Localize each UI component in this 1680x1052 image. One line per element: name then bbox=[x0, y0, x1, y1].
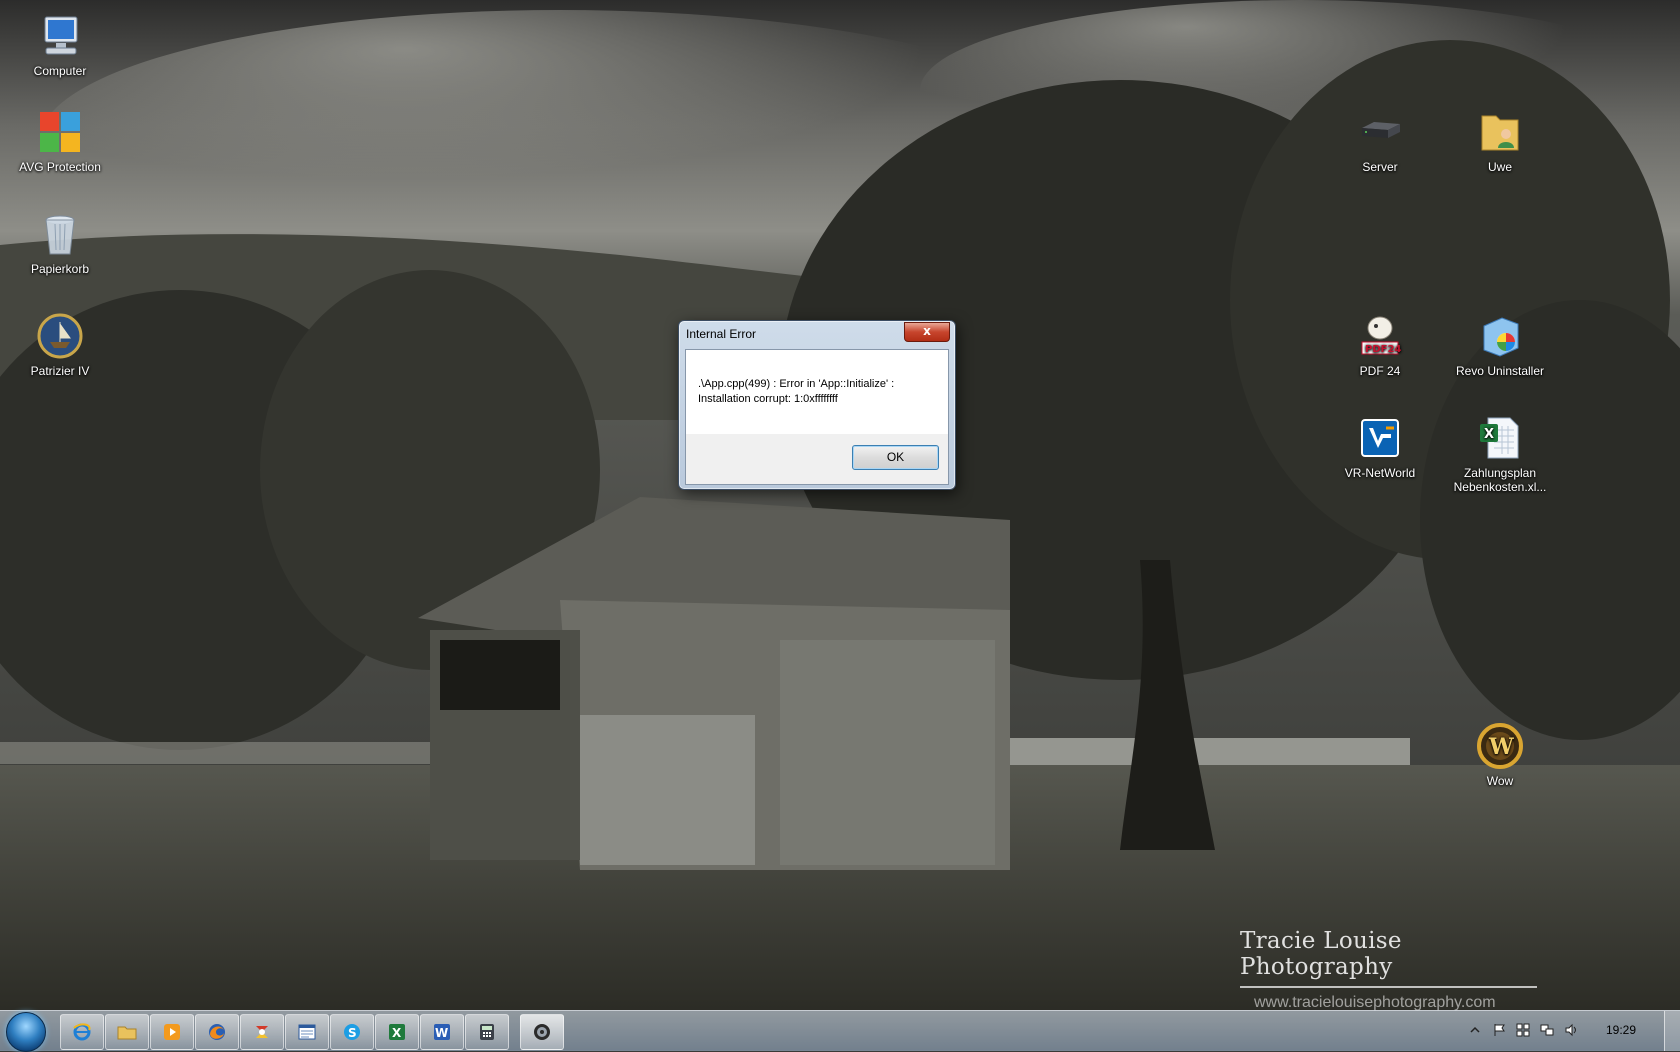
skype-icon: S bbox=[344, 1024, 360, 1040]
user-folder-icon bbox=[1481, 115, 1519, 151]
desktop-icon-label: Wow bbox=[1486, 774, 1514, 788]
taskbar-media-player[interactable] bbox=[150, 1014, 194, 1050]
taskbar-firefox[interactable] bbox=[195, 1014, 239, 1050]
window-icon bbox=[298, 1024, 316, 1040]
media-player-icon bbox=[164, 1024, 180, 1040]
desktop-icon-label: Uwe bbox=[1487, 160, 1512, 174]
desktop-icon-server[interactable]: Server bbox=[1328, 108, 1432, 174]
desktop-icon-pdf24[interactable]: PDF24 PDF 24 bbox=[1328, 312, 1432, 378]
patrizier-icon bbox=[37, 313, 83, 359]
show-hidden-icons-icon[interactable] bbox=[1468, 1023, 1482, 1037]
volume-icon[interactable] bbox=[1564, 1023, 1578, 1037]
error-message: .\App.cpp(499) : Error in 'App::Initiali… bbox=[698, 377, 943, 407]
desktop-icon-recycle-bin[interactable]: Papierkorb bbox=[8, 210, 112, 276]
taskbar-window[interactable] bbox=[285, 1014, 329, 1050]
desktop-icon-label: AVG Protection bbox=[19, 160, 101, 174]
desktop-icon-label: Papierkorb bbox=[30, 262, 90, 276]
action-center-flag-icon[interactable] bbox=[1492, 1023, 1506, 1037]
show-desktop-button[interactable] bbox=[1664, 1011, 1680, 1051]
svg-text:S: S bbox=[348, 1026, 357, 1040]
excel-icon: X bbox=[389, 1024, 405, 1040]
explorer-icon bbox=[117, 1026, 137, 1040]
dialog-client-area: .\App.cpp(499) : Error in 'App::Initiali… bbox=[685, 349, 949, 485]
taskbar-game[interactable] bbox=[520, 1014, 564, 1050]
pdf24-icon: PDF24 bbox=[1361, 316, 1401, 355]
svg-text:W: W bbox=[1488, 734, 1514, 760]
watermark-divider bbox=[1240, 986, 1537, 988]
app-icon bbox=[256, 1026, 268, 1038]
svg-text:W: W bbox=[435, 1026, 448, 1040]
taskbar-explorer[interactable] bbox=[105, 1014, 149, 1050]
recycle-bin-icon bbox=[45, 215, 75, 255]
desktop-icon-uwe[interactable]: Uwe bbox=[1448, 108, 1552, 174]
desktop-icon-label: Computer bbox=[33, 64, 87, 78]
desktop-icon-label: Zahlungsplan Nebenkosten.xl... bbox=[1453, 466, 1547, 494]
desktop-icon-label: Patrizier IV bbox=[30, 364, 90, 378]
desktop-icon-avg[interactable]: AVG Protection bbox=[8, 108, 112, 174]
internet-explorer-icon bbox=[73, 1023, 91, 1041]
desktop-icon-computer[interactable]: Computer bbox=[8, 12, 112, 78]
vr-networld-icon bbox=[1361, 419, 1399, 457]
calculator-icon bbox=[480, 1024, 494, 1040]
desktop-icon-vr-networld[interactable]: VR-NetWorld bbox=[1328, 414, 1432, 480]
desktop-icon-patrizier[interactable]: Patrizier IV bbox=[8, 312, 112, 378]
network-icon[interactable] bbox=[1540, 1023, 1554, 1037]
svg-text:X: X bbox=[392, 1026, 402, 1040]
desktop-icon-label: Server bbox=[1362, 160, 1398, 174]
desktop-icon-revo[interactable]: Revo Uninstaller bbox=[1448, 312, 1552, 378]
svg-text:PDF24: PDF24 bbox=[1365, 344, 1401, 355]
revo-icon bbox=[1483, 317, 1519, 357]
windows-logo-icon[interactable] bbox=[1516, 1023, 1530, 1037]
taskbar-skype[interactable]: S bbox=[330, 1014, 374, 1050]
taskbar-clock[interactable]: 19:29 bbox=[1606, 1023, 1636, 1037]
taskbar-app[interactable] bbox=[240, 1014, 284, 1050]
desktop-icon-label: Revo Uninstaller bbox=[1455, 364, 1545, 378]
game-icon bbox=[534, 1024, 550, 1040]
ok-button[interactable]: OK bbox=[852, 445, 939, 470]
excel-file-icon: X bbox=[1480, 417, 1519, 459]
taskbar-excel[interactable]: X bbox=[375, 1014, 419, 1050]
start-button[interactable] bbox=[6, 1012, 46, 1052]
close-button[interactable]: x bbox=[904, 322, 950, 342]
dialog-message-area: .\App.cpp(499) : Error in 'App::Initiali… bbox=[686, 350, 948, 434]
error-message-line-2: Installation corrupt: 1:0xffffffff bbox=[698, 393, 838, 405]
server-icon bbox=[1362, 122, 1400, 138]
avg-icon bbox=[40, 112, 80, 152]
error-message-line-1: .\App.cpp(499) : Error in 'App::Initiali… bbox=[698, 378, 895, 390]
desktop-icon-zahlungsplan[interactable]: X Zahlungsplan Nebenkosten.xl... bbox=[1448, 414, 1552, 494]
computer-icon bbox=[44, 16, 78, 55]
internal-error-dialog: Internal Error x .\App.cpp(499) : Error … bbox=[678, 320, 956, 490]
taskbar-word[interactable]: W bbox=[420, 1014, 464, 1050]
firefox-icon bbox=[209, 1024, 225, 1040]
desktop-icon-label: VR-NetWorld bbox=[1344, 466, 1416, 480]
photo-watermark: Tracie Louise Photography www.tracieloui… bbox=[1240, 928, 1540, 1012]
desktop-icon-label: PDF 24 bbox=[1359, 364, 1401, 378]
taskbar-calculator[interactable] bbox=[465, 1014, 509, 1050]
word-icon: W bbox=[434, 1024, 450, 1040]
svg-text:X: X bbox=[1484, 427, 1494, 442]
system-tray bbox=[1468, 1011, 1680, 1051]
desktop-icon-wow[interactable]: W Wow bbox=[1448, 722, 1552, 788]
wow-icon: W bbox=[1477, 723, 1523, 769]
taskbar-internet-explorer[interactable] bbox=[60, 1014, 104, 1050]
dialog-title: Internal Error bbox=[686, 327, 757, 341]
taskbar: S X W 19:29 bbox=[0, 1010, 1680, 1052]
watermark-title: Tracie Louise Photography bbox=[1240, 928, 1402, 980]
